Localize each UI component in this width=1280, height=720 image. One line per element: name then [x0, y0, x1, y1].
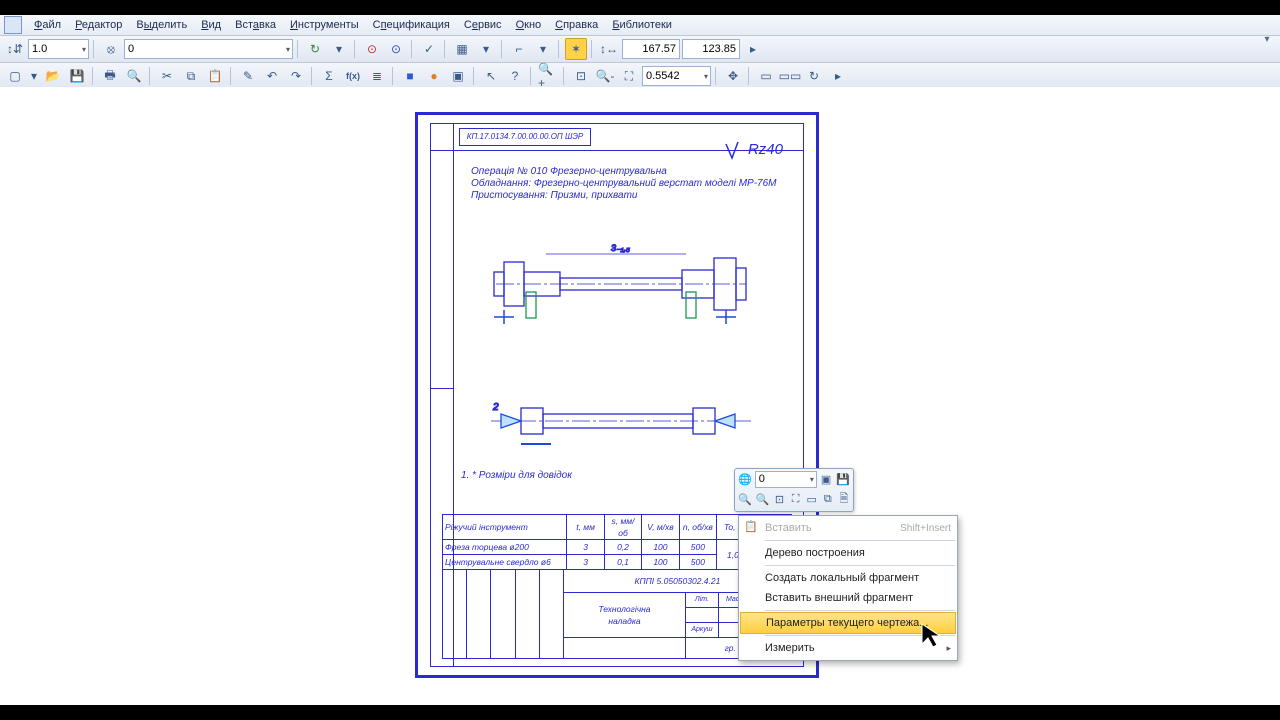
xy-icon[interactable]: ↕↔: [598, 38, 620, 60]
check-icon[interactable]: ✓: [418, 38, 440, 60]
menubar: ФФайлайл Редактор Выделить Вид Вставка И…: [0, 15, 1280, 36]
app-window: ФФайлайл Редактор Выделить Вид Вставка И…: [0, 15, 1280, 705]
float-copy-icon[interactable]: ⧉: [821, 490, 835, 508]
toolbar-1: ↕⇵ 1.0 ⦻ 0 ↻ ▾ ⊙ ⊙ ✓ ▦ ▾ ⌐ ▾ ✶ ↕↔ 167.57…: [0, 36, 1280, 63]
grid-icon[interactable]: ▦: [451, 38, 473, 60]
menu-file[interactable]: ФФайлайл: [28, 18, 67, 32]
ctx-create-local-fragment[interactable]: Создать локальный фрагмент: [739, 568, 957, 588]
undo-icon[interactable]: ↶: [261, 65, 283, 87]
float-globe-icon[interactable]: 🌐: [737, 470, 753, 488]
reset-icon[interactable]: ⦻: [100, 38, 122, 60]
pan-icon[interactable]: ✥: [722, 65, 744, 87]
open-icon[interactable]: 📂: [42, 65, 64, 87]
windows-icon[interactable]: ▭▭: [779, 65, 801, 87]
orange-circle-icon[interactable]: ●: [423, 65, 445, 87]
menu-spec[interactable]: Спецификация: [367, 18, 456, 32]
zoom-fit-icon[interactable]: ⛶: [618, 65, 640, 87]
new-icon[interactable]: ▢: [4, 65, 26, 87]
svg-text:3₋₁,₅: 3₋₁,₅: [611, 243, 630, 253]
menu-editor[interactable]: Редактор: [69, 18, 128, 32]
float-save-icon[interactable]: 💾: [835, 470, 851, 488]
sheet-code: КП.17.0134.7.00.00.00.ОП ШЭР: [459, 128, 591, 146]
axis-icon[interactable]: ⌐: [508, 38, 530, 60]
svg-text:2: 2: [492, 402, 499, 413]
zoom-in-icon[interactable]: 🔍+: [537, 65, 559, 87]
restore-window-button[interactable]: ▾: [1258, 33, 1276, 47]
zoom-out-icon[interactable]: 🔍-: [594, 65, 616, 87]
state-icon[interactable]: ▣: [447, 65, 469, 87]
operation-description: Операція № 010 Фрезерно-центрувальна Обл…: [471, 166, 791, 202]
scale-combo[interactable]: 0.5542: [642, 66, 711, 86]
ctx-tree[interactable]: Дерево построения: [739, 543, 957, 563]
grid-dropdown-icon[interactable]: ▾: [475, 38, 497, 60]
menu-insert[interactable]: Вставка: [229, 18, 282, 32]
menu-select[interactable]: Выделить: [130, 18, 193, 32]
shaft-drawing-1: 3₋₁,₅: [486, 234, 756, 334]
style-combo[interactable]: 0: [124, 39, 293, 59]
drawing-canvas[interactable]: КП.17.0134.7.00.00.00.ОП ШЭР Rz40 Операц…: [0, 87, 1280, 705]
help-icon[interactable]: ?: [504, 65, 526, 87]
app-icon: [4, 16, 22, 34]
menu-view[interactable]: Вид: [195, 18, 227, 32]
snap-vertical-icon[interactable]: ↕⇵: [4, 38, 26, 60]
vars-icon[interactable]: ≣: [366, 65, 388, 87]
ctx-divider: [765, 540, 955, 541]
coord-x[interactable]: 167.57: [622, 39, 680, 59]
ctx-divider: [765, 610, 955, 611]
ortho-icon[interactable]: ✶: [565, 38, 587, 60]
float-doc-icon[interactable]: 🗎: [837, 490, 851, 508]
ctx-insert-external-fragment[interactable]: Вставить внешний фрагмент: [739, 588, 957, 608]
float-zoomwin-icon[interactable]: ⊡: [772, 490, 786, 508]
coord-menu-icon[interactable]: ▸: [742, 38, 764, 60]
blue-square-icon[interactable]: ■: [399, 65, 421, 87]
floating-toolbar[interactable]: 🌐 0 ▣ 💾 🔍 🔍 ⊡ ⛶ ▭ ⧉ 🗎: [734, 468, 854, 512]
axis-dropdown-icon[interactable]: ▾: [532, 38, 554, 60]
refresh2-icon[interactable]: ↻: [803, 65, 825, 87]
float-zoomout-icon[interactable]: 🔍: [755, 490, 771, 508]
zoom-combo[interactable]: 1.0: [28, 39, 89, 59]
float-zoomfit-icon[interactable]: ⛶: [789, 490, 803, 508]
coord-y[interactable]: 123.85: [682, 39, 740, 59]
preview-icon[interactable]: 🔍: [123, 65, 145, 87]
menu-window[interactable]: Окно: [510, 18, 548, 32]
window-icon[interactable]: ▭: [755, 65, 777, 87]
menu2-icon[interactable]: ▸: [827, 65, 849, 87]
redo-icon[interactable]: ↷: [285, 65, 307, 87]
paste-icon[interactable]: 📋: [204, 65, 226, 87]
float-combo[interactable]: 0: [755, 471, 817, 488]
context-menu: 📋 Вставить Shift+Insert Дерево построени…: [738, 515, 958, 661]
float-shape-icon[interactable]: ▭: [805, 490, 819, 508]
save-icon[interactable]: 💾: [66, 65, 88, 87]
print-icon[interactable]: 🖶: [99, 65, 121, 87]
shaft-drawing-2: 2: [481, 386, 761, 456]
fx-icon[interactable]: f(x): [342, 65, 364, 87]
float-apply-icon[interactable]: ▣: [819, 470, 833, 488]
roughness-symbol: Rz40: [724, 140, 783, 160]
cut-icon[interactable]: ✂: [156, 65, 178, 87]
refresh-icon[interactable]: ↻: [304, 38, 326, 60]
sigma-icon[interactable]: Σ: [318, 65, 340, 87]
arrow-cursor-icon[interactable]: ↖: [480, 65, 502, 87]
float-zoomin-icon[interactable]: 🔍: [737, 490, 753, 508]
copy-icon[interactable]: ⧉: [180, 65, 202, 87]
menu-service[interactable]: Сервис: [458, 18, 508, 32]
zoom-window-icon[interactable]: ⊡: [570, 65, 592, 87]
footnote: 1. * Розміри для довідок: [461, 470, 572, 481]
brush-icon[interactable]: ✎: [237, 65, 259, 87]
menu-help[interactable]: Справка: [549, 18, 604, 32]
ctx-paste: 📋 Вставить Shift+Insert: [739, 518, 957, 538]
ctx-current-drawing-params[interactable]: Параметры текущего чертежа...: [740, 612, 956, 634]
ctx-divider: [765, 635, 955, 636]
dropdown-icon[interactable]: ▾: [328, 38, 350, 60]
paste-small-icon: 📋: [743, 520, 759, 536]
toolbar-2: ▢ ▾ 📂 💾 🖶 🔍 ✂ ⧉ 📋 ✎ ↶ ↷ Σ f(x) ≣ ■ ● ▣ ↖…: [0, 63, 1280, 90]
new-dropdown-icon[interactable]: ▾: [28, 65, 40, 87]
magnet-red-icon[interactable]: ⊙: [361, 38, 383, 60]
ctx-divider: [765, 565, 955, 566]
magnet-blue-icon[interactable]: ⊙: [385, 38, 407, 60]
menu-libs[interactable]: Библиотеки: [606, 18, 678, 32]
ctx-measure[interactable]: Измерить▸: [739, 638, 957, 658]
menu-tools[interactable]: Инструменты: [284, 18, 365, 32]
